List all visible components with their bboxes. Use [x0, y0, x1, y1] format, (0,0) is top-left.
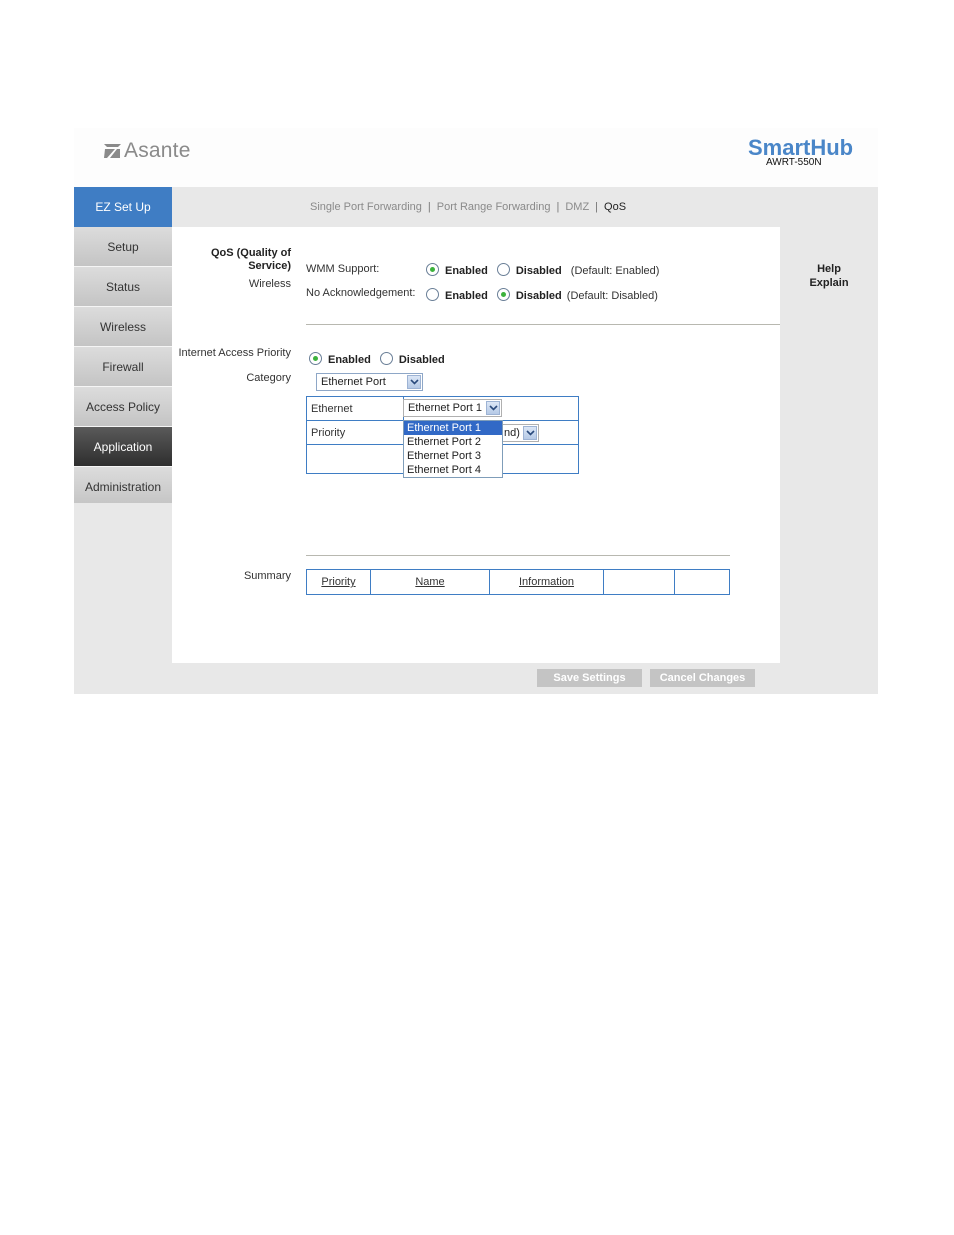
no-ack-disabled-label: Disabled — [515, 290, 562, 302]
iap-enabled-radio[interactable] — [309, 352, 322, 365]
qos-title-line2: Service) — [248, 260, 291, 272]
asante-logo-icon — [104, 144, 122, 158]
sidebar: Setup Status Wireless Firewall Access Po… — [74, 227, 172, 507]
asante-logo: Asante — [104, 139, 191, 163]
priority-select-value: nd) — [504, 427, 520, 439]
summary-col-empty — [603, 569, 675, 595]
sidebar-item-administration[interactable]: Administration — [74, 467, 172, 507]
chevron-down-icon — [523, 426, 537, 440]
summary-label: Summary — [243, 570, 291, 582]
wmm-disabled-label: Disabled — [515, 265, 562, 277]
bottom-bar — [74, 663, 878, 694]
ez-setup-button[interactable]: EZ Set Up — [74, 187, 172, 227]
subnav-dmz[interactable]: DMZ — [565, 201, 589, 213]
wmm-enabled-radio[interactable] — [426, 263, 439, 276]
subnav-port-range-forwarding[interactable]: Port Range Forwarding — [437, 201, 551, 213]
summary-col-name[interactable]: Name — [370, 569, 490, 595]
dropdown-option-ethernet-port-4[interactable]: Ethernet Port 4 — [404, 463, 502, 477]
no-ack-disabled-radio[interactable] — [496, 288, 510, 301]
wireless-label: Wireless — [248, 278, 291, 290]
qos-section-title: QoS (Quality of Service) — [211, 247, 291, 273]
table-row: Priority Name Information — [306, 569, 730, 595]
summary-col-priority[interactable]: Priority — [306, 569, 371, 595]
no-ack-options: Enabled Disabled (Default: Disabled) — [426, 288, 658, 302]
dropdown-option-ethernet-port-3[interactable]: Ethernet Port 3 — [404, 449, 502, 463]
subnav-separator: | — [556, 201, 560, 213]
ethernet-port-select[interactable]: Ethernet Port 1 — [403, 399, 502, 417]
chevron-down-icon — [407, 375, 421, 389]
subnav-separator: | — [427, 201, 431, 213]
wmm-support-label: WMM Support: — [306, 263, 380, 275]
sidebar-item-setup[interactable]: Setup — [74, 227, 172, 267]
sidebar-item-access-policy[interactable]: Access Policy — [74, 387, 172, 427]
internet-access-priority-options: Enabled Disabled — [309, 352, 451, 366]
sidebar-item-status[interactable]: Status — [74, 267, 172, 307]
help-column — [780, 227, 878, 663]
help-title: Help — [817, 263, 841, 275]
internet-access-priority-label: Internet Access Priority — [178, 347, 292, 359]
ethernet-port-select-value: Ethernet Port 1 — [408, 402, 482, 414]
no-ack-enabled-label: Enabled — [445, 290, 488, 302]
ethernet-row-label: Ethernet — [306, 396, 404, 421]
sidebar-item-wireless[interactable]: Wireless — [74, 307, 172, 347]
wmm-default-text: (Default: Enabled) — [570, 265, 660, 277]
iap-disabled-label: Disabled — [398, 354, 445, 366]
cancel-changes-button[interactable]: Cancel Changes — [650, 669, 755, 687]
summary-divider — [306, 555, 730, 556]
wmm-support-options: Enabled Disabled (Default: Enabled) — [426, 263, 659, 277]
subnav-single-port-forwarding[interactable]: Single Port Forwarding — [310, 201, 422, 213]
wmm-enabled-label: Enabled — [445, 265, 488, 277]
dropdown-option-ethernet-port-2[interactable]: Ethernet Port 2 — [404, 435, 502, 449]
subnav-qos[interactable]: QoS — [604, 201, 626, 213]
no-ack-enabled-radio[interactable] — [426, 288, 439, 301]
sub-navigation: Single Port Forwarding | Port Range Forwar… — [310, 201, 626, 213]
category-select[interactable]: Ethernet Port — [316, 373, 423, 391]
help-panel: Help Explain — [780, 262, 878, 290]
no-ack-default-text: (Default: Disabled) — [566, 290, 658, 302]
save-settings-button[interactable]: Save Settings — [537, 669, 642, 687]
iap-disabled-radio[interactable] — [379, 352, 393, 365]
product-brand: SmartHub AWRT-550N — [748, 136, 853, 168]
section-divider — [306, 324, 780, 325]
category-label: Category — [246, 372, 291, 384]
summary-col-empty — [674, 569, 730, 595]
category-select-value: Ethernet Port — [321, 376, 386, 388]
sidebar-filler — [74, 503, 172, 663]
logo-text: Asante — [124, 139, 191, 162]
sidebar-item-application[interactable]: Application — [74, 427, 172, 467]
qos-title-line1: QoS (Quality of — [210, 247, 291, 259]
empty-cell — [306, 444, 404, 474]
summary-table: Priority Name Information — [306, 569, 730, 595]
chevron-down-icon — [486, 401, 500, 415]
help-explain-link[interactable]: Explain — [780, 276, 878, 290]
wmm-disabled-radio[interactable] — [496, 263, 510, 276]
sidebar-item-firewall[interactable]: Firewall — [74, 347, 172, 387]
ethernet-port-dropdown-list: Ethernet Port 1 Ethernet Port 2 Ethernet… — [403, 420, 503, 478]
priority-row-label: Priority — [306, 420, 404, 445]
iap-enabled-label: Enabled — [328, 354, 371, 366]
subnav-separator: | — [595, 201, 599, 213]
summary-col-information[interactable]: Information — [489, 569, 604, 595]
no-ack-label: No Acknowledgement: — [306, 287, 416, 299]
dropdown-option-ethernet-port-1[interactable]: Ethernet Port 1 — [404, 421, 502, 435]
